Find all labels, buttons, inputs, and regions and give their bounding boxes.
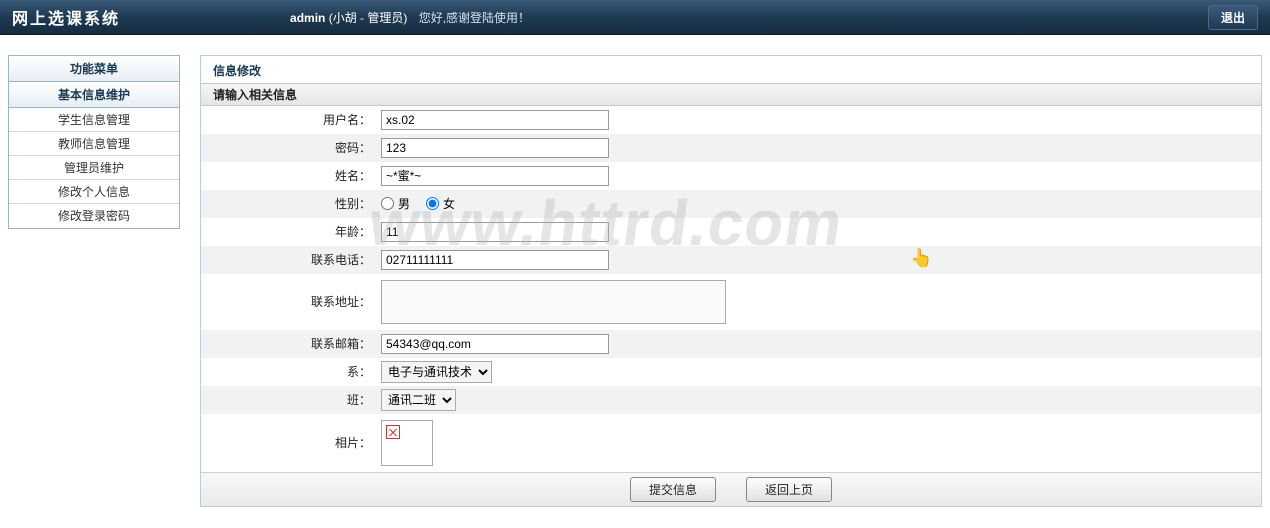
back-button[interactable]: 返回上页 xyxy=(746,477,832,502)
sidebar-item-change-password[interactable]: 修改登录密码 xyxy=(9,204,179,228)
main-panel: 信息修改 请输入相关信息 用户名： 密码： 姓名： 性别： 男 女 xyxy=(200,55,1262,507)
sidebar-item-student-info[interactable]: 学生信息管理 xyxy=(9,108,179,132)
radio-female[interactable] xyxy=(426,197,439,210)
select-clazz[interactable]: 通讯二班 xyxy=(381,389,456,411)
logout-button[interactable]: 退出 xyxy=(1208,5,1258,30)
sidebar-item-teacher-info[interactable]: 教师信息管理 xyxy=(9,132,179,156)
header-bar: 网上选课系统 admin (小胡 - 管理员) 您好,感谢登陆使用！ 退出 xyxy=(0,0,1270,35)
login-name: admin xyxy=(290,11,325,25)
sidebar-item-admin-maint[interactable]: 管理员维护 xyxy=(9,156,179,180)
label-dept: 系： xyxy=(201,363,381,380)
photo-preview[interactable] xyxy=(381,420,433,466)
input-password[interactable] xyxy=(381,138,609,158)
radio-female-label: 女 xyxy=(443,195,455,212)
user-display: (小胡 - 管理员) xyxy=(329,11,408,25)
label-address: 联系地址： xyxy=(201,293,381,310)
broken-image-icon xyxy=(386,425,400,439)
label-gender: 性别： xyxy=(201,195,381,212)
sidebar-item-edit-profile[interactable]: 修改个人信息 xyxy=(9,180,179,204)
radio-male[interactable] xyxy=(381,197,394,210)
label-phone: 联系电话： xyxy=(201,251,381,268)
panel-subtitle: 请输入相关信息 xyxy=(201,84,1261,106)
label-email: 联系邮箱： xyxy=(201,335,381,352)
panel-title: 信息修改 xyxy=(201,56,1261,84)
input-realname[interactable] xyxy=(381,166,609,186)
label-password: 密码： xyxy=(201,139,381,156)
select-dept[interactable]: 电子与通讯技术 xyxy=(381,361,492,383)
input-address[interactable] xyxy=(381,280,726,324)
input-username[interactable] xyxy=(381,110,609,130)
action-bar: 提交信息 返回上页 xyxy=(201,472,1261,506)
label-username: 用户名： xyxy=(201,111,381,128)
label-age: 年龄： xyxy=(201,223,381,240)
input-phone[interactable] xyxy=(381,250,609,270)
label-photo: 相片： xyxy=(201,434,381,451)
submit-button[interactable]: 提交信息 xyxy=(630,477,716,502)
radio-male-label: 男 xyxy=(398,195,410,212)
app-title: 网上选课系统 xyxy=(12,5,120,29)
greeting-text: 您好,感谢登陆使用！ xyxy=(419,11,530,25)
input-email[interactable] xyxy=(381,334,609,354)
input-age[interactable] xyxy=(381,222,609,242)
sidebar-section-functions: 功能菜单 xyxy=(9,56,179,82)
sidebar: 功能菜单 基本信息维护 学生信息管理 教师信息管理 管理员维护 修改个人信息 修… xyxy=(8,55,180,507)
label-realname: 姓名： xyxy=(201,167,381,184)
label-clazz: 班： xyxy=(201,391,381,408)
sidebar-section-basic-info: 基本信息维护 xyxy=(9,82,179,108)
user-segment: admin (小胡 - 管理员) 您好,感谢登陆使用！ xyxy=(290,9,530,26)
